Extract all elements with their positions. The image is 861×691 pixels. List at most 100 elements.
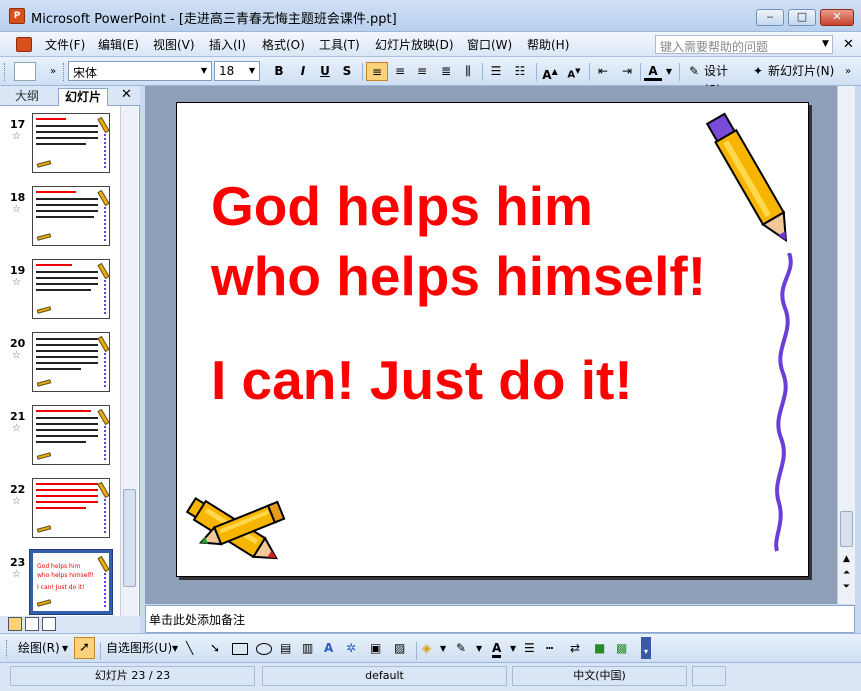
slide-thumbnail[interactable] xyxy=(32,259,110,319)
increase-font-size-icon[interactable]: A▲ xyxy=(540,62,560,82)
diagram-icon[interactable]: ✲ xyxy=(346,639,356,658)
toolbar-options-icon[interactable]: » xyxy=(842,62,854,81)
chevron-down-icon[interactable]: ▼ xyxy=(172,639,178,658)
minimize-button[interactable]: ‒ xyxy=(756,9,784,26)
crossed-pencils-clipart[interactable] xyxy=(177,481,307,576)
menu-window[interactable]: 窗口(W) xyxy=(467,36,512,53)
scrollbar-thumb[interactable] xyxy=(840,511,853,547)
menu-help[interactable]: 帮助(H) xyxy=(527,36,569,53)
clipart-icon[interactable]: ▣ xyxy=(370,639,381,658)
close-pane-icon[interactable]: ✕ xyxy=(121,87,132,102)
increase-indent-icon[interactable]: ⇥ xyxy=(617,62,637,81)
menu-view[interactable]: 视图(V) xyxy=(153,36,195,53)
font-color-draw-icon[interactable]: A xyxy=(492,639,502,658)
align-center-icon[interactable]: ≡ xyxy=(390,62,410,81)
justify-icon[interactable]: ≣ xyxy=(436,62,456,81)
slide-thumbnail[interactable] xyxy=(32,405,110,465)
arrow-tool-icon[interactable]: ➘ xyxy=(210,639,220,658)
menu-format[interactable]: 格式(O) xyxy=(262,36,305,53)
autoshapes-menu-button[interactable]: 自选图形(U) xyxy=(106,639,172,658)
slide-thumbnail[interactable] xyxy=(32,113,110,173)
menu-insert[interactable]: 插入(I) xyxy=(209,36,246,53)
toolbar-options-icon[interactable]: » xyxy=(46,62,60,81)
oval-tool-icon[interactable] xyxy=(256,643,272,655)
chevron-down-icon[interactable]: ▼ xyxy=(198,63,210,79)
tab-outline[interactable]: 大纲 xyxy=(9,88,45,106)
toolbar-grip[interactable] xyxy=(63,63,66,81)
text-shadow-button[interactable]: S xyxy=(338,62,356,81)
italic-button[interactable]: I xyxy=(294,62,312,81)
notes-placeholder[interactable]: 单击此处添加备注 xyxy=(149,611,245,628)
underline-button[interactable]: U xyxy=(316,62,334,81)
rectangle-tool-icon[interactable] xyxy=(232,643,248,655)
scroll-up-icon[interactable]: ▲ xyxy=(840,552,853,566)
fill-color-icon[interactable]: ◈ xyxy=(422,639,431,658)
document-icon[interactable] xyxy=(16,37,32,52)
chevron-down-icon[interactable]: ▼ xyxy=(476,639,482,658)
scrollbar-thumb[interactable] xyxy=(123,489,136,587)
slide-sorter-view-icon[interactable] xyxy=(25,617,39,631)
pencil-clipart[interactable] xyxy=(705,105,795,255)
slide-vertical-scrollbar[interactable]: ▲ ⏶ ⏷ xyxy=(837,86,855,604)
chevron-down-icon[interactable]: ▼ xyxy=(664,62,674,81)
3d-style-icon[interactable]: ▩ xyxy=(616,639,627,658)
notes-pane[interactable]: 单击此处添加备注 xyxy=(145,605,855,633)
decrease-indent-icon[interactable]: ⇤ xyxy=(593,62,613,81)
menu-file[interactable]: 文件(F) xyxy=(45,36,85,53)
menu-tools[interactable]: 工具(T) xyxy=(319,36,360,53)
decrease-font-size-icon[interactable]: A▼ xyxy=(564,62,584,81)
font-name-select[interactable]: 宋体 ▼ xyxy=(68,61,212,81)
chevron-down-icon[interactable]: ▼ xyxy=(246,63,258,79)
numbered-list-icon[interactable]: ☰ xyxy=(486,62,506,81)
select-cursor-icon[interactable]: ➚ xyxy=(74,637,95,659)
bold-button[interactable]: B xyxy=(270,62,288,81)
bullet-list-icon[interactable]: ☷ xyxy=(510,62,530,81)
textbox-tool-icon[interactable]: ▤ xyxy=(280,639,291,658)
font-size-select[interactable]: 18 ▼ xyxy=(214,61,260,81)
draw-menu-button[interactable]: 绘图(R) xyxy=(18,639,60,658)
menu-slideshow[interactable]: 幻灯片放映(D) xyxy=(375,36,454,53)
slides-pane-scrollbar[interactable] xyxy=(120,106,138,616)
new-slide-icon[interactable]: ✦ xyxy=(750,62,766,81)
slide-text-line-1[interactable]: God helps him xyxy=(211,173,593,239)
chevron-down-icon[interactable]: ▼ xyxy=(62,639,68,658)
close-window-button[interactable]: ✕ xyxy=(820,9,854,26)
toolbar-options-icon[interactable]: ▾ xyxy=(641,637,651,659)
toolbar-grip[interactable] xyxy=(4,63,7,81)
chevron-down-icon[interactable]: ▼ xyxy=(510,639,516,658)
shadow-style-icon[interactable]: ■ xyxy=(594,639,605,658)
design-icon[interactable]: ✎ xyxy=(686,62,702,81)
arrow-style-icon[interactable]: ⇄ xyxy=(570,639,580,658)
slide-thumbnail[interactable] xyxy=(32,186,110,246)
toolbar-grip[interactable] xyxy=(6,640,9,658)
slide-text-line-3[interactable]: I can! Just do it! xyxy=(211,347,633,413)
tab-slides[interactable]: 幻灯片 xyxy=(58,88,109,106)
slide-thumbnail-current[interactable]: God helps him who helps himself! I can! … xyxy=(29,549,113,615)
next-slide-icon[interactable]: ⏷ xyxy=(840,580,853,594)
design-button[interactable]: 设计(S) xyxy=(704,62,744,97)
wordart-icon[interactable]: A xyxy=(324,639,333,658)
menu-edit[interactable]: 编辑(E) xyxy=(98,36,139,53)
maximize-button[interactable]: □ xyxy=(788,9,816,26)
new-slide-button[interactable]: 新幻灯片(N) xyxy=(768,62,838,81)
previous-slide-icon[interactable]: ⏶ xyxy=(840,566,853,580)
close-document-icon[interactable]: ✕ xyxy=(843,37,854,52)
line-tool-icon[interactable]: ╲ xyxy=(186,639,193,658)
help-search-input[interactable]: 键入需要帮助的问题 xyxy=(655,35,833,54)
normal-view-icon[interactable] xyxy=(8,617,22,631)
chevron-down-icon[interactable]: ▼ xyxy=(818,35,833,54)
slide-text-line-2[interactable]: who helps himself! xyxy=(211,243,706,309)
vertical-textbox-icon[interactable]: ▥ xyxy=(302,639,313,658)
picture-icon[interactable]: ▨ xyxy=(394,639,405,658)
slide-thumbnail[interactable] xyxy=(32,332,110,392)
slideshow-view-icon[interactable] xyxy=(42,617,56,631)
align-right-icon[interactable]: ≡ xyxy=(412,62,432,81)
font-color-button[interactable]: A xyxy=(644,62,662,81)
slide-thumbnail[interactable] xyxy=(32,478,110,538)
line-color-icon[interactable]: ✎ xyxy=(456,639,466,658)
new-document-icon[interactable] xyxy=(14,62,36,81)
distribute-icon[interactable]: ⫼ xyxy=(458,62,478,81)
powerpoint-app-icon[interactable]: P xyxy=(9,8,25,24)
align-left-icon[interactable]: ≡ xyxy=(366,62,388,81)
slide-canvas[interactable]: God helps him who helps himself! I can! … xyxy=(176,102,809,577)
